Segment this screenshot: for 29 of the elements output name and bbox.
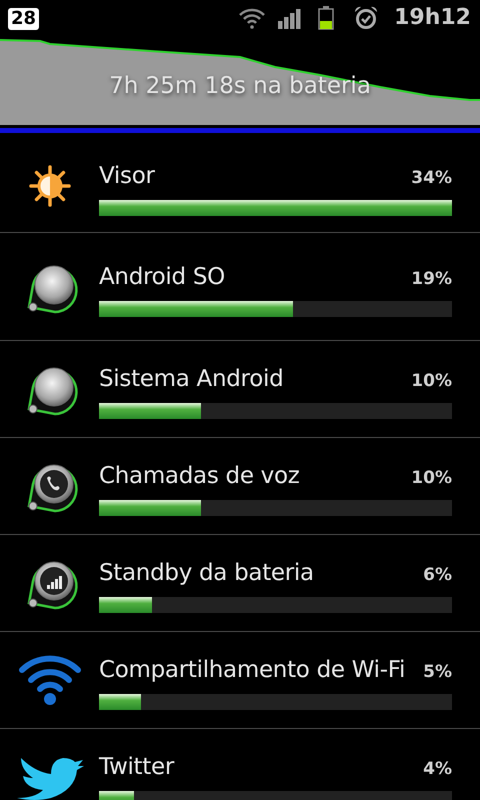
- usage-percent: 34%: [411, 170, 452, 187]
- app-name: Chamadas de voz: [99, 465, 300, 488]
- usage-row[interactable]: Sistema Android 10%: [0, 340, 480, 437]
- usage-row[interactable]: Standby da bateria 6%: [0, 534, 480, 631]
- app-name: Visor: [99, 165, 155, 188]
- app-name: Standby da bateria: [99, 562, 314, 585]
- usage-row[interactable]: Chamadas de voz 10%: [0, 437, 480, 534]
- notification-badge: 28: [8, 8, 40, 30]
- usage-percent: 10%: [411, 470, 452, 487]
- app-name: Sistema Android: [99, 368, 284, 391]
- battery-icon: [318, 6, 334, 30]
- app-name: Android SO: [99, 266, 225, 288]
- usage-row[interactable]: Compartilhamento de Wi-Fi 5%: [0, 631, 480, 728]
- alarm-clock-icon: [354, 6, 378, 30]
- clock-time: 19h12: [394, 4, 471, 32]
- usage-row[interactable]: Android SO 19%: [0, 232, 480, 340]
- usage-percent: 19%: [411, 270, 452, 288]
- signal-icon: [278, 6, 302, 28]
- wifi-icon: [238, 6, 266, 28]
- battery-duration-caption: 7h 25m 18s na bateria: [109, 72, 371, 102]
- usage-percent: 10%: [411, 373, 452, 390]
- app-name: Twitter: [99, 756, 174, 779]
- usage-percent: 4%: [423, 761, 452, 778]
- usage-row[interactable]: Twitter 4%: [0, 728, 480, 800]
- brightness-icon: [26, 163, 72, 209]
- usage-percent: 6%: [423, 567, 452, 584]
- usage-row[interactable]: Visor 34%: [0, 140, 480, 232]
- usage-percent: 5%: [423, 664, 452, 681]
- app-name: Compartilhamento de Wi-Fi: [99, 659, 406, 682]
